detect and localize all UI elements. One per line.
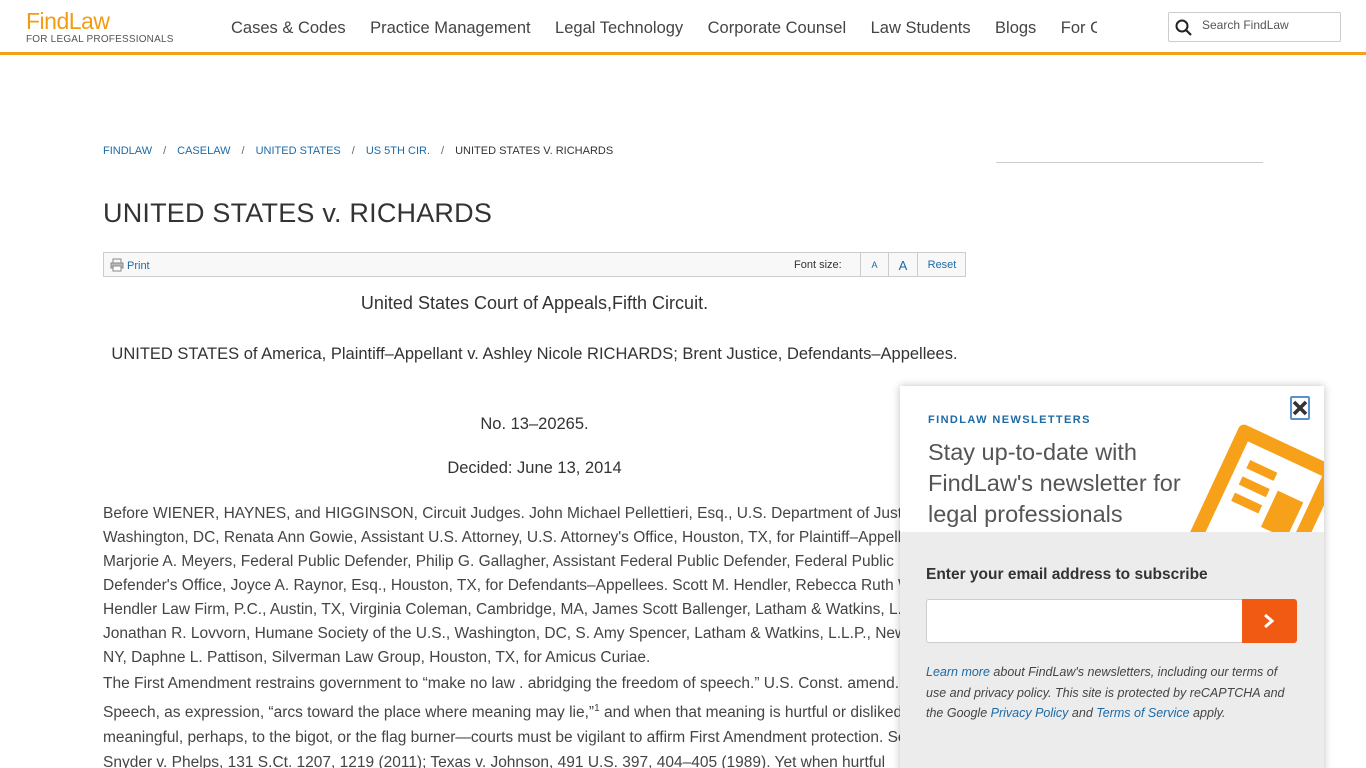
privacy-policy-link[interactable]: Privacy Policy [991, 706, 1069, 720]
breadcrumb-findlaw[interactable]: FINDLAW [103, 145, 152, 157]
breadcrumb-separator: / [241, 145, 245, 157]
newsletter-illustration [1183, 424, 1324, 532]
breadcrumb-separator: / [163, 145, 167, 157]
newsletter-popup: FINDLAW NEWSLETTERS Stay up-to-date with… [900, 386, 1324, 768]
logo-tagline: FOR LEGAL PROFESSIONALS [26, 34, 174, 45]
breadcrumb: FINDLAW / CASELAW / UNITED STATES / US 5TH CIR… [103, 145, 613, 157]
sidebar-divider [996, 162, 1263, 163]
nav-item-corporate-counsel[interactable]: Corporate Counsel [708, 19, 847, 38]
counsel-paragraph: Before WIENER, HAYNES, and HIGGINSON, Ci… [103, 505, 956, 666]
breadcrumb-separator: / [441, 145, 445, 157]
opinion-paragraph: The First Amendment restrains government… [103, 671, 966, 768]
logo-text: FindLaw [26, 8, 110, 34]
terms-of-service-link[interactable]: Terms of Service [1096, 706, 1189, 720]
font-size-large-button[interactable]: A [888, 253, 917, 276]
breadcrumb-united-states[interactable]: UNITED STATES [256, 145, 341, 157]
email-label: Enter your email address to subscribe [926, 566, 1208, 583]
main-nav: Cases & Codes Practice Management Legal … [231, 19, 1097, 41]
page-title: UNITED STATES v. RICHARDS [103, 198, 493, 228]
subscribe-submit-button[interactable] [1242, 599, 1297, 643]
breadcrumb-caselaw[interactable]: CASELAW [177, 145, 230, 157]
case-parties: UNITED STATES of America, Plaintiff–Appe… [111, 345, 958, 363]
nav-item-law-students[interactable]: Law Students [871, 19, 971, 38]
breadcrumb-us-5th-cir[interactable]: US 5TH CIR. [366, 145, 430, 157]
newsletter-fine-print: Learn more about FindLaw's newsletters, … [926, 662, 1298, 724]
breadcrumb-current: UNITED STATES V. RICHARDS [455, 145, 614, 157]
print-button[interactable]: Print [110, 258, 150, 272]
court-name: United States Court of Appeals,Fifth Cir… [360, 293, 709, 313]
docket-number: No. 13–20265. [480, 415, 589, 433]
site-header: FindLaw FOR LEGAL PROFESSIONALS Cases & … [0, 0, 1366, 55]
font-size-reset-button[interactable]: Reset [917, 253, 966, 276]
print-label: Print [127, 260, 150, 272]
printer-icon [110, 258, 124, 272]
subscribe-form: Enter your email address to subscribe Le… [900, 532, 1324, 768]
font-size-label: Font size: [794, 259, 842, 271]
newsletter-heading: Stay up-to-date with FindLaw's newslette… [928, 439, 1181, 527]
fine-print-text: and [1068, 706, 1097, 720]
newsletter-kicker: FINDLAW NEWSLETTERS [928, 414, 1091, 426]
opinion-toolbar: Print Font size: A A Reset [103, 252, 966, 277]
close-icon [1292, 400, 1308, 416]
findlaw-logo[interactable]: FindLaw FOR LEGAL PROFESSIONALS [26, 8, 174, 46]
close-button[interactable] [1290, 396, 1310, 420]
chevron-right-icon [1264, 613, 1275, 629]
font-size-small-button[interactable]: A [860, 253, 888, 276]
decision-date: Decided: June 13, 2014 [447, 459, 622, 477]
learn-more-link[interactable]: Learn more [926, 665, 990, 679]
popup-header: FINDLAW NEWSLETTERS Stay up-to-date with… [900, 386, 1324, 532]
fine-print-text: apply. [1189, 706, 1226, 720]
search-box[interactable] [1168, 12, 1341, 42]
nav-item-legal-technology[interactable]: Legal Technology [555, 19, 683, 38]
breadcrumb-separator: / [351, 145, 355, 157]
search-input[interactable] [1202, 18, 1332, 32]
nav-item-cases-codes[interactable]: Cases & Codes [231, 19, 346, 38]
email-field[interactable] [926, 599, 1243, 643]
nav-item-blogs[interactable]: Blogs [995, 19, 1036, 38]
search-icon[interactable] [1175, 19, 1192, 36]
nav-item-practice-management[interactable]: Practice Management [370, 19, 531, 38]
nav-item-for-consumers[interactable]: For Consumers [1061, 19, 1097, 38]
